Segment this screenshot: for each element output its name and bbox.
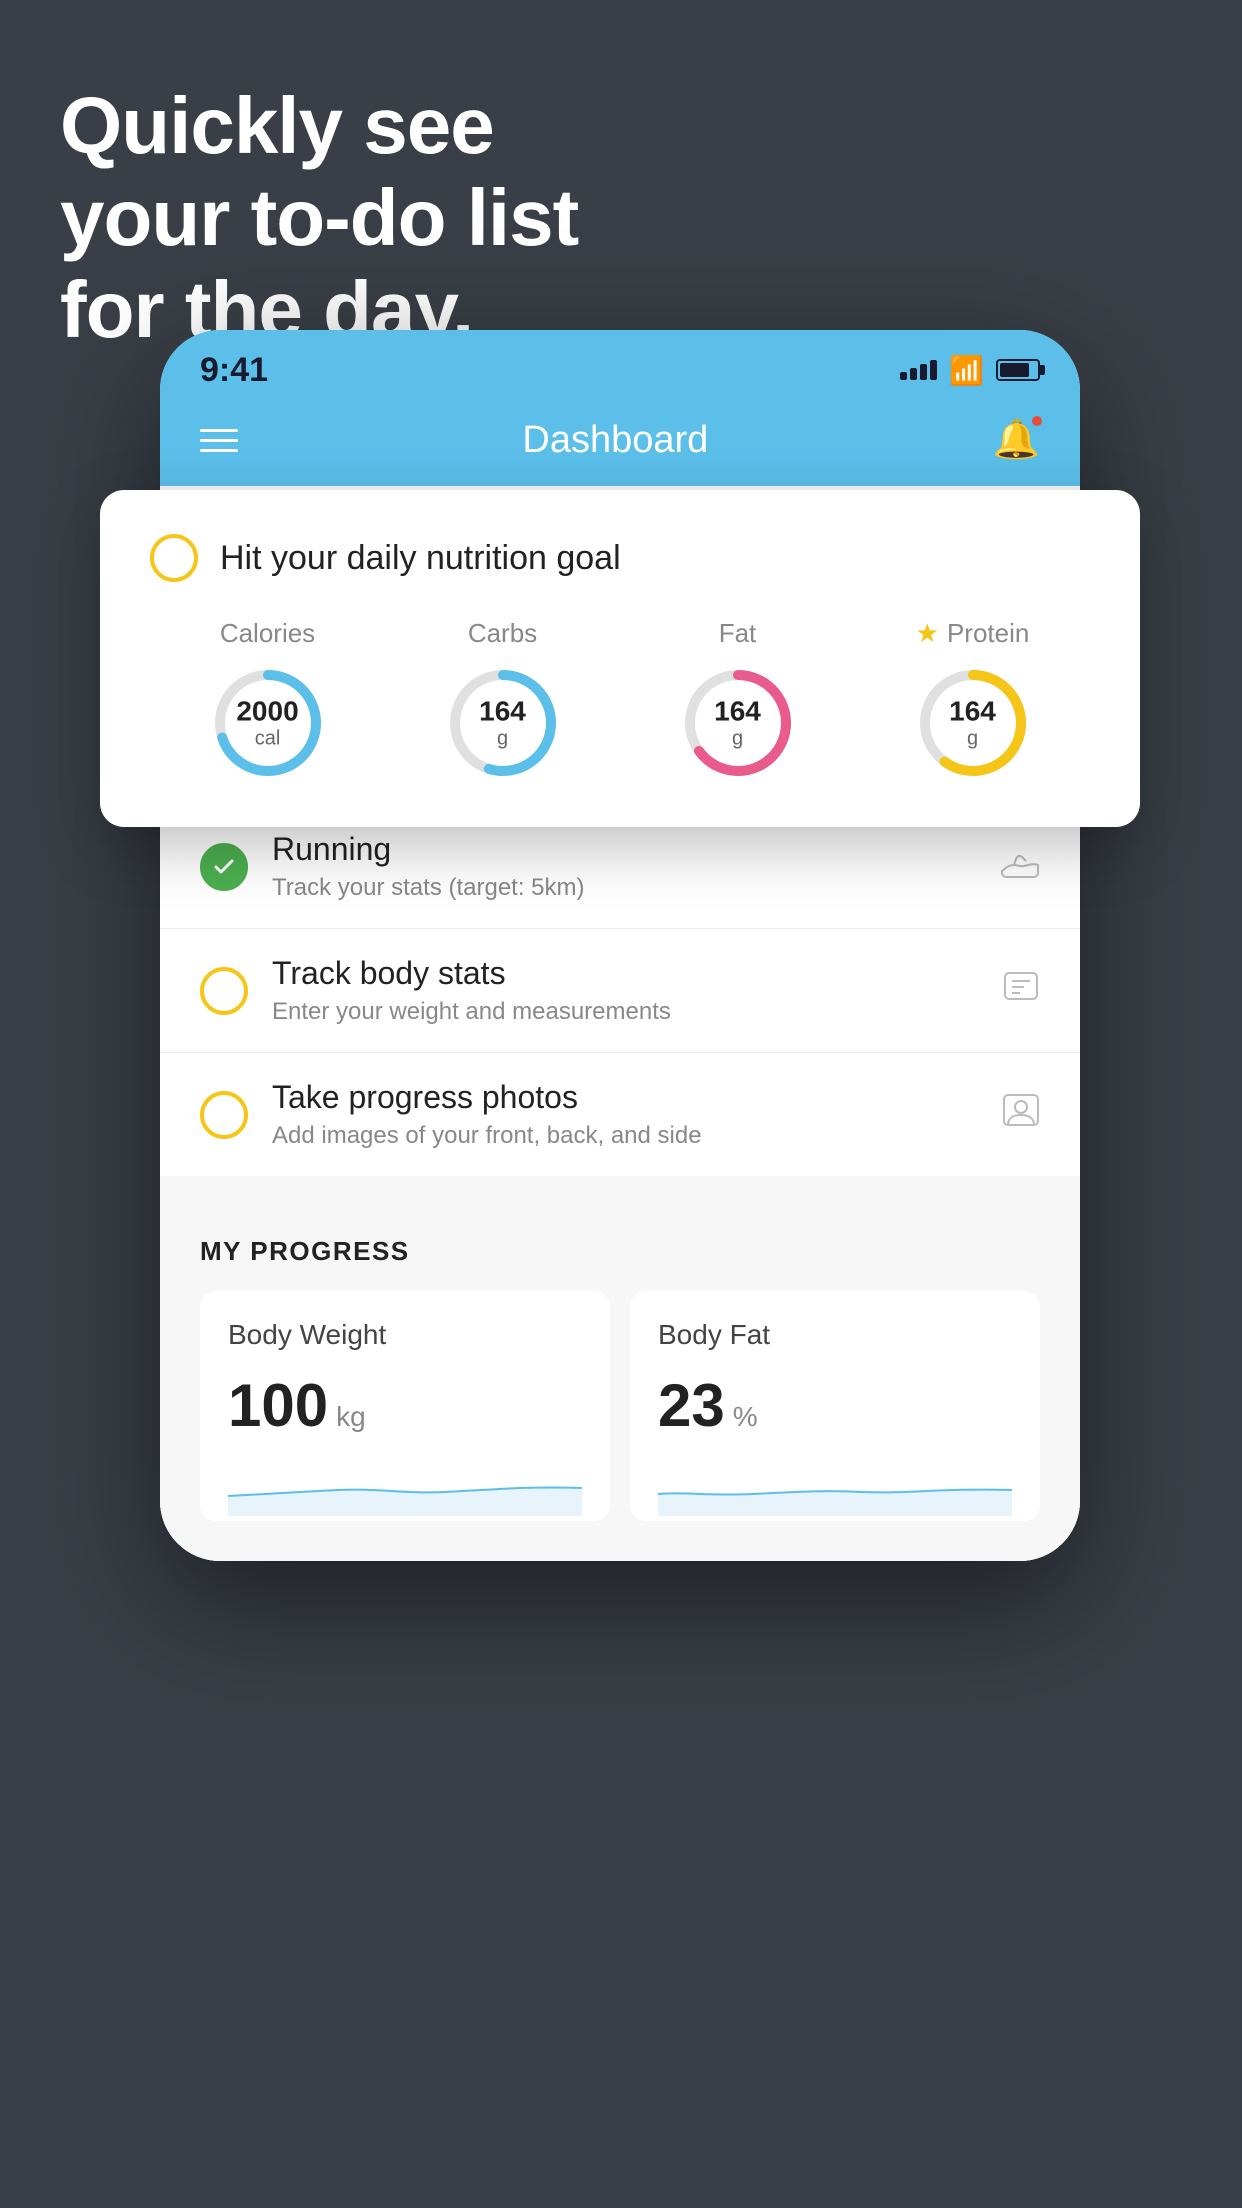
macro-calories: Calories 2000 cal [208, 618, 328, 783]
todo-title-body-stats: Track body stats [272, 955, 978, 992]
progress-spacer [160, 1176, 1080, 1206]
hamburger-line [200, 449, 238, 452]
macro-fat: Fat 164 g [678, 618, 798, 783]
todo-checkbox-body-stats[interactable] [200, 967, 248, 1015]
protein-donut: 164 g [913, 663, 1033, 783]
app-header: Dashboard 🔔 [160, 402, 1080, 486]
todo-title-progress-photos: Take progress photos [272, 1079, 978, 1116]
body-fat-number: 23 [658, 1371, 725, 1440]
nutrition-card-header: Hit your daily nutrition goal [150, 534, 1090, 582]
nutrition-checkbox[interactable] [150, 534, 198, 582]
hamburger-menu[interactable] [200, 429, 238, 452]
signal-icon [900, 360, 937, 380]
progress-cards: Body Weight 100 kg Body Fat 23 % [200, 1291, 1040, 1521]
status-time: 9:41 [200, 351, 268, 390]
body-fat-label: Body Fat [658, 1319, 1012, 1351]
todo-content-body-stats: Track body stats Enter your weight and m… [272, 955, 978, 1026]
nutrition-macros: Calories 2000 cal Carbs [150, 618, 1090, 783]
person-photo-icon [1002, 1091, 1040, 1138]
body-fat-unit: % [733, 1401, 758, 1433]
fat-value: 164 g [714, 697, 761, 750]
bell-notification-dot [1030, 414, 1044, 428]
body-weight-chart [228, 1456, 582, 1516]
macro-carbs: Carbs 164 g [443, 618, 563, 783]
protein-value: 164 g [949, 697, 996, 750]
todo-subtitle-body-stats: Enter your weight and measurements [272, 998, 978, 1026]
body-fat-chart [658, 1456, 1012, 1516]
status-bar: 9:41 📶 [160, 330, 1080, 402]
bell-icon[interactable]: 🔔 [993, 418, 1040, 462]
battery-icon [996, 359, 1040, 381]
calories-donut: 2000 cal [208, 663, 328, 783]
checkmark-icon [212, 855, 236, 879]
todo-subtitle-running: Track your stats (target: 5km) [272, 874, 976, 902]
nutrition-goal-title: Hit your daily nutrition goal [220, 539, 621, 578]
protein-label: Protein [947, 618, 1029, 649]
scale-icon [1002, 967, 1040, 1014]
hero-line2: your to-do list [60, 172, 578, 264]
body-weight-number: 100 [228, 1371, 328, 1440]
body-weight-unit: kg [336, 1401, 366, 1433]
protein-star-icon: ★ [916, 618, 939, 649]
macro-protein: ★ Protein 164 g [913, 618, 1033, 783]
fat-donut: 164 g [678, 663, 798, 783]
carbs-label: Carbs [468, 618, 537, 649]
progress-section: MY PROGRESS Body Weight 100 kg B [160, 1206, 1080, 1561]
todo-content-progress-photos: Take progress photos Add images of your … [272, 1079, 978, 1150]
hero-line1: Quickly see [60, 80, 578, 172]
header-title: Dashboard [522, 419, 708, 462]
hamburger-line [200, 439, 238, 442]
carbs-donut: 164 g [443, 663, 563, 783]
body-weight-card[interactable]: Body Weight 100 kg [200, 1291, 610, 1521]
calories-value: 2000 cal [236, 697, 298, 750]
todo-list: Running Track your stats (target: 5km) T… [160, 805, 1080, 1176]
todo-checkbox-progress-photos[interactable] [200, 1091, 248, 1139]
todo-item-body-stats[interactable]: Track body stats Enter your weight and m… [160, 929, 1080, 1053]
todo-item-progress-photos[interactable]: Take progress photos Add images of your … [160, 1053, 1080, 1176]
hero-text: Quickly see your to-do list for the day. [60, 80, 578, 356]
calories-label: Calories [220, 618, 315, 649]
todo-title-running: Running [272, 831, 976, 868]
progress-section-title: MY PROGRESS [200, 1236, 1040, 1267]
running-shoe-icon [1000, 846, 1040, 888]
wifi-icon: 📶 [949, 354, 984, 387]
nutrition-card: Hit your daily nutrition goal Calories 2… [100, 490, 1140, 827]
fat-label: Fat [719, 618, 757, 649]
todo-checkbox-running[interactable] [200, 843, 248, 891]
hamburger-line [200, 429, 238, 432]
carbs-value: 164 g [479, 697, 526, 750]
body-weight-value: 100 kg [228, 1371, 582, 1440]
todo-content-running: Running Track your stats (target: 5km) [272, 831, 976, 902]
body-fat-card[interactable]: Body Fat 23 % [630, 1291, 1040, 1521]
body-fat-value: 23 % [658, 1371, 1012, 1440]
body-weight-label: Body Weight [228, 1319, 582, 1351]
status-icons: 📶 [900, 354, 1040, 387]
todo-subtitle-progress-photos: Add images of your front, back, and side [272, 1122, 978, 1150]
